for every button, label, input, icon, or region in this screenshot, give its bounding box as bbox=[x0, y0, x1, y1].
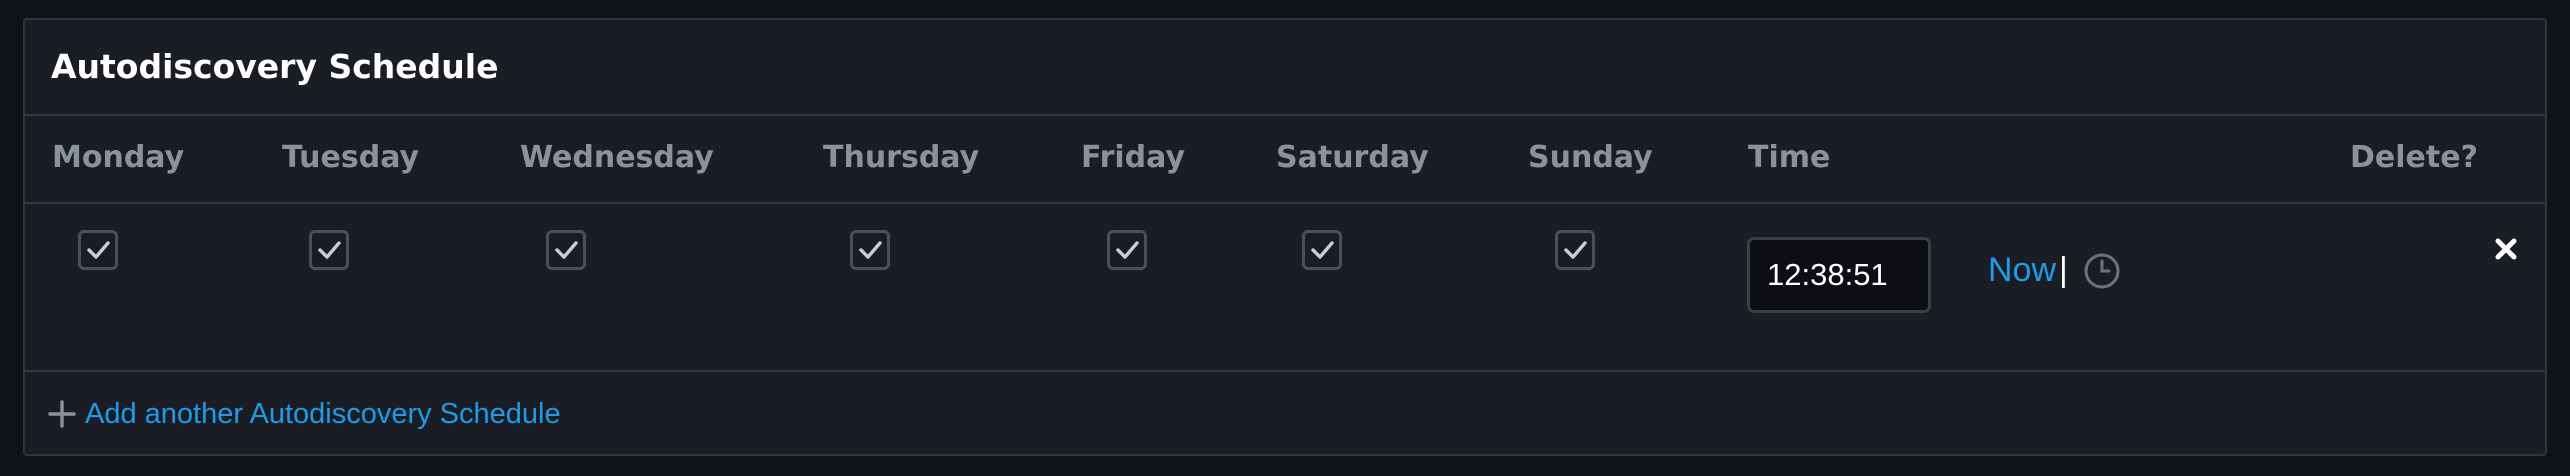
check-icon bbox=[1311, 241, 1334, 259]
divider bbox=[25, 114, 2545, 116]
tuesday-checkbox[interactable] bbox=[309, 230, 349, 270]
check-icon bbox=[87, 241, 110, 259]
column-header-wednesday: Wednesday bbox=[520, 140, 714, 175]
column-header-thursday: Thursday bbox=[823, 140, 980, 175]
add-schedule-link[interactable]: Add another Autodiscovery Schedule bbox=[47, 392, 561, 436]
clock-icon[interactable] bbox=[2083, 252, 2121, 290]
monday-checkbox[interactable] bbox=[78, 230, 118, 270]
column-header-sunday: Sunday bbox=[1528, 140, 1653, 175]
check-icon bbox=[1116, 241, 1139, 259]
autodiscovery-schedule-panel: Autodiscovery Schedule Monday Tuesday We… bbox=[23, 18, 2547, 456]
check-icon bbox=[859, 241, 882, 259]
close-icon[interactable] bbox=[2491, 234, 2521, 264]
saturday-checkbox[interactable] bbox=[1302, 230, 1342, 270]
check-icon bbox=[555, 241, 578, 259]
separator: | bbox=[2059, 251, 2068, 289]
add-schedule-label: Add another Autodiscovery Schedule bbox=[85, 397, 561, 430]
wednesday-checkbox[interactable] bbox=[546, 230, 586, 270]
now-link[interactable]: Now bbox=[1988, 248, 2056, 292]
check-icon bbox=[318, 241, 341, 259]
divider bbox=[25, 202, 2545, 204]
column-header-saturday: Saturday bbox=[1276, 140, 1429, 175]
friday-checkbox[interactable] bbox=[1107, 230, 1147, 270]
sunday-checkbox[interactable] bbox=[1555, 230, 1595, 270]
time-input[interactable] bbox=[1747, 237, 1931, 313]
thursday-checkbox[interactable] bbox=[850, 230, 890, 270]
divider bbox=[25, 370, 2545, 372]
column-header-monday: Monday bbox=[52, 140, 185, 175]
column-header-tuesday: Tuesday bbox=[282, 140, 420, 175]
panel-title: Autodiscovery Schedule bbox=[51, 47, 499, 86]
plus-icon bbox=[48, 400, 76, 428]
column-header-delete: Delete? bbox=[2350, 140, 2478, 175]
check-icon bbox=[1564, 241, 1587, 259]
column-header-time: Time bbox=[1748, 140, 1831, 175]
column-header-friday: Friday bbox=[1081, 140, 1186, 175]
